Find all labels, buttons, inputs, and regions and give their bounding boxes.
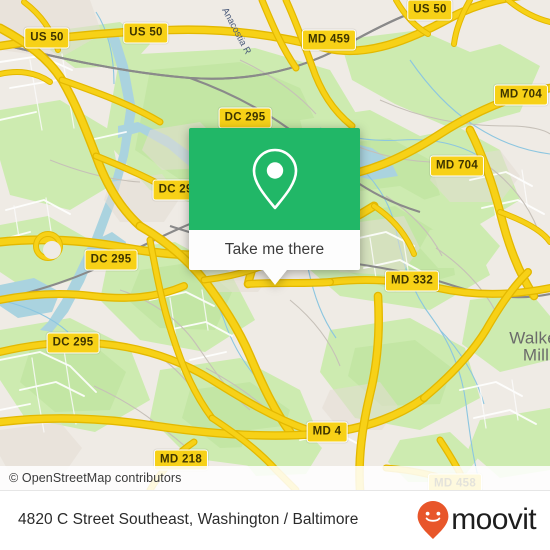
shield-md-704-north: MD 704	[493, 84, 549, 106]
moovit-map-screenshot: .park{fill:#cdebb0} .parkdk{fill:#c3e6a4…	[0, 0, 550, 550]
moovit-logo[interactable]: moovit	[416, 500, 537, 540]
popup-header	[189, 128, 360, 230]
address-label: 4820 C Street Southeast, Washington / Ba…	[18, 511, 359, 528]
take-me-there-label: Take me there	[224, 241, 325, 258]
popup-tail-pointer	[262, 270, 287, 285]
osm-attribution-text[interactable]: © OpenStreetMap contributors	[0, 471, 182, 485]
moovit-pin-icon	[417, 501, 449, 539]
shield-md-459: MD 459	[301, 29, 357, 51]
shield-dc-295-river: DC 295	[84, 249, 138, 271]
map-viewport[interactable]: .park{fill:#cdebb0} .parkdk{fill:#c3e6a4…	[0, 0, 550, 490]
map-attribution-bar: © OpenStreetMap contributors	[0, 466, 550, 490]
place-label-line-2: Mill	[522, 346, 550, 365]
shield-dc-295-north: DC 295	[218, 107, 272, 129]
popup-action-row[interactable]: Take me there	[189, 230, 360, 270]
shield-us-50-mid: US 50	[123, 22, 169, 44]
place-label-line-1: Walker	[509, 328, 550, 348]
moovit-wordmark: moovit	[451, 503, 536, 536]
place-label-walker-mill: WalkerMill	[509, 328, 550, 365]
location-popup-card[interactable]: Take me there	[189, 128, 360, 285]
shield-md-4: MD 4	[306, 421, 348, 443]
shield-md-704-south: MD 704	[429, 155, 485, 177]
shield-dc-295-south: DC 295	[46, 332, 100, 354]
shield-us-50-east: US 50	[407, 0, 453, 21]
footer-bar: 4820 C Street Southeast, Washington / Ba…	[0, 490, 550, 550]
shield-us-50-west: US 50	[24, 27, 70, 49]
shield-md-332: MD 332	[384, 270, 440, 292]
map-pin-icon	[252, 148, 297, 210]
